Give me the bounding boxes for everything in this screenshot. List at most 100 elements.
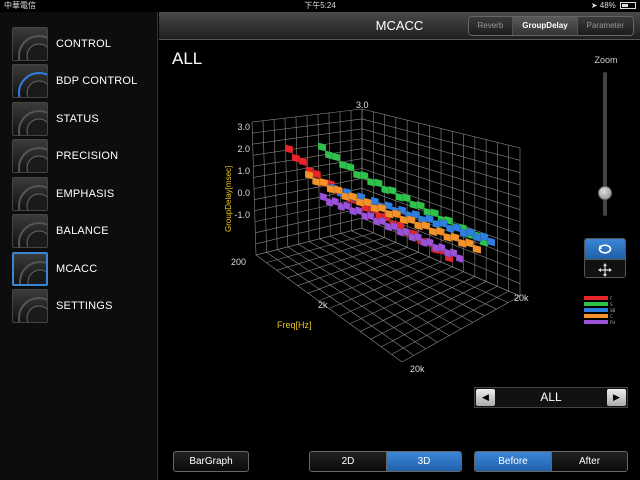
ribbon-segment — [402, 193, 411, 203]
legend-swatch — [584, 302, 608, 306]
ribbon-segment — [317, 142, 327, 152]
x-axis-label: Freq[Hz] — [277, 320, 312, 330]
ribbon-segment — [324, 150, 334, 160]
sidebar-item-precision[interactable]: PRECISION — [12, 139, 158, 173]
sidebar-item-label: PRECISION — [56, 150, 119, 162]
ribbon-segment — [428, 226, 438, 237]
y-axis-label: GroupDelay[msec] — [224, 166, 233, 232]
ribbon-segment — [298, 156, 308, 167]
zoom-slider-knob[interactable] — [598, 186, 612, 200]
status-icon — [12, 102, 48, 136]
channel-legend: F S SB C FH — [584, 295, 615, 325]
sidebar-item-mcacc[interactable]: MCACC — [12, 252, 158, 286]
ribbon-segment — [345, 162, 355, 172]
before-button[interactable]: Before — [475, 452, 551, 471]
sidebar-item-label: MCACC — [56, 263, 98, 275]
channel-selector: ◀ ALL ▶ — [474, 387, 628, 408]
zoom-label: Zoom — [594, 55, 618, 65]
gear-icon — [12, 289, 48, 323]
legend-item: FH — [584, 319, 615, 325]
group-delay-3d-chart[interactable]: 3.0 2.0 1.0 0.0 -1.0 3.0 200 2k 20k 20k GroupDelay… — [159, 41, 579, 381]
y-tick-label: 2.0 — [237, 144, 250, 154]
y-tick-label: 1.0 — [237, 166, 250, 176]
ribbon-segment — [443, 232, 453, 243]
view-2d-button[interactable]: 2D — [310, 452, 386, 471]
next-channel-button[interactable]: ▶ — [607, 389, 626, 406]
sidebar-item-status[interactable]: STATUS — [12, 102, 158, 136]
sidebar-item-label: BDP CONTROL — [56, 75, 138, 87]
precision-icon — [12, 139, 48, 173]
view-3d-button[interactable]: 3D — [386, 452, 461, 471]
sidebar-item-control[interactable]: CONTROL — [12, 27, 158, 61]
y-tick-label: 0.0 — [237, 188, 250, 198]
header-bar: MCACC Reverb GroupDelay Parameter — [159, 12, 640, 40]
ribbon-segment — [353, 169, 362, 180]
legend-label: C — [610, 313, 613, 319]
sidebar-item-emphasis[interactable]: EMPHASIS — [12, 177, 158, 211]
freq-tick-label: 2k — [318, 300, 328, 310]
ribbon-segment — [374, 178, 383, 188]
y-tick-label: 3.0 — [237, 122, 250, 132]
legend-label: SB — [610, 307, 616, 313]
speaker-icon — [12, 177, 48, 211]
ribbon-segment — [455, 253, 464, 264]
sidebar-item-label: SETTINGS — [56, 300, 113, 312]
channel-value: ALL — [540, 390, 562, 404]
ribbon-segment — [486, 237, 496, 247]
ribbon-segment — [388, 185, 397, 196]
ribbon-segment — [367, 177, 376, 188]
move-arrows-icon — [598, 262, 612, 277]
sidebar-item-balance[interactable]: BALANCE — [12, 214, 158, 248]
freq-tick-label: 20k — [410, 364, 425, 374]
status-bar: 中華電信 下午5:24 ➤ 48% — [0, 0, 640, 12]
ribbon-segment — [312, 176, 321, 187]
freq-tick-label: 200 — [231, 257, 246, 267]
rotate-icon — [598, 244, 612, 254]
view-control — [584, 238, 626, 278]
sidebar-item-settings[interactable]: SETTINGS — [12, 289, 158, 323]
bdp-dial-icon — [12, 64, 48, 98]
ribbon-segment — [436, 226, 445, 237]
control-dial-icon — [12, 27, 48, 61]
ribbon-segment — [421, 220, 431, 231]
sidebar-item-label: STATUS — [56, 113, 99, 125]
ribbon-segment — [472, 244, 482, 254]
balance-icon — [12, 214, 48, 248]
legend-swatch — [584, 320, 608, 324]
ribbon-segment — [381, 184, 390, 195]
freq-tick-label-right: 20k — [514, 293, 529, 303]
sidebar-item-label: BALANCE — [56, 225, 109, 237]
triangle-right-icon: ▶ — [613, 392, 620, 402]
location-icon: ➤ — [590, 1, 598, 10]
ribbon-segment — [409, 199, 418, 210]
ribbon-segment — [331, 152, 341, 162]
grid-line — [298, 243, 450, 336]
mcacc-icon — [12, 252, 48, 286]
tab-reverb[interactable]: Reverb — [468, 17, 513, 35]
mode-tabs: Reverb GroupDelay Parameter — [467, 16, 634, 36]
tab-groupdelay[interactable]: GroupDelay — [512, 17, 577, 35]
move-button[interactable] — [585, 259, 625, 277]
tab-parameter[interactable]: Parameter — [576, 17, 633, 35]
legend-swatch — [584, 296, 608, 300]
view-mode-toggle: 2D 3D — [309, 451, 462, 472]
ribbon-segment — [457, 238, 467, 249]
grid-line — [255, 254, 403, 363]
bargraph-button[interactable]: BarGraph — [173, 451, 249, 472]
rotate-button[interactable] — [585, 239, 625, 259]
battery-percent: 48% — [599, 1, 616, 10]
sidebar-item-bdp-control[interactable]: BDP CONTROL — [12, 64, 158, 98]
sidebar-item-label: EMPHASIS — [56, 188, 115, 200]
legend-label: S — [610, 301, 613, 307]
prev-channel-button[interactable]: ◀ — [476, 389, 495, 406]
back-y-tick-label: 3.0 — [356, 100, 369, 110]
legend-label: FH — [610, 319, 616, 325]
battery-icon — [620, 2, 636, 10]
battery-indicator: ➤ 48% — [591, 0, 636, 12]
after-button[interactable]: After — [551, 452, 627, 471]
legend-label: F — [610, 295, 613, 301]
legend-swatch — [584, 308, 608, 312]
ribbon-segment — [395, 192, 404, 203]
clock-label: 下午5:24 — [304, 1, 336, 10]
ribbon-segment — [465, 238, 474, 248]
